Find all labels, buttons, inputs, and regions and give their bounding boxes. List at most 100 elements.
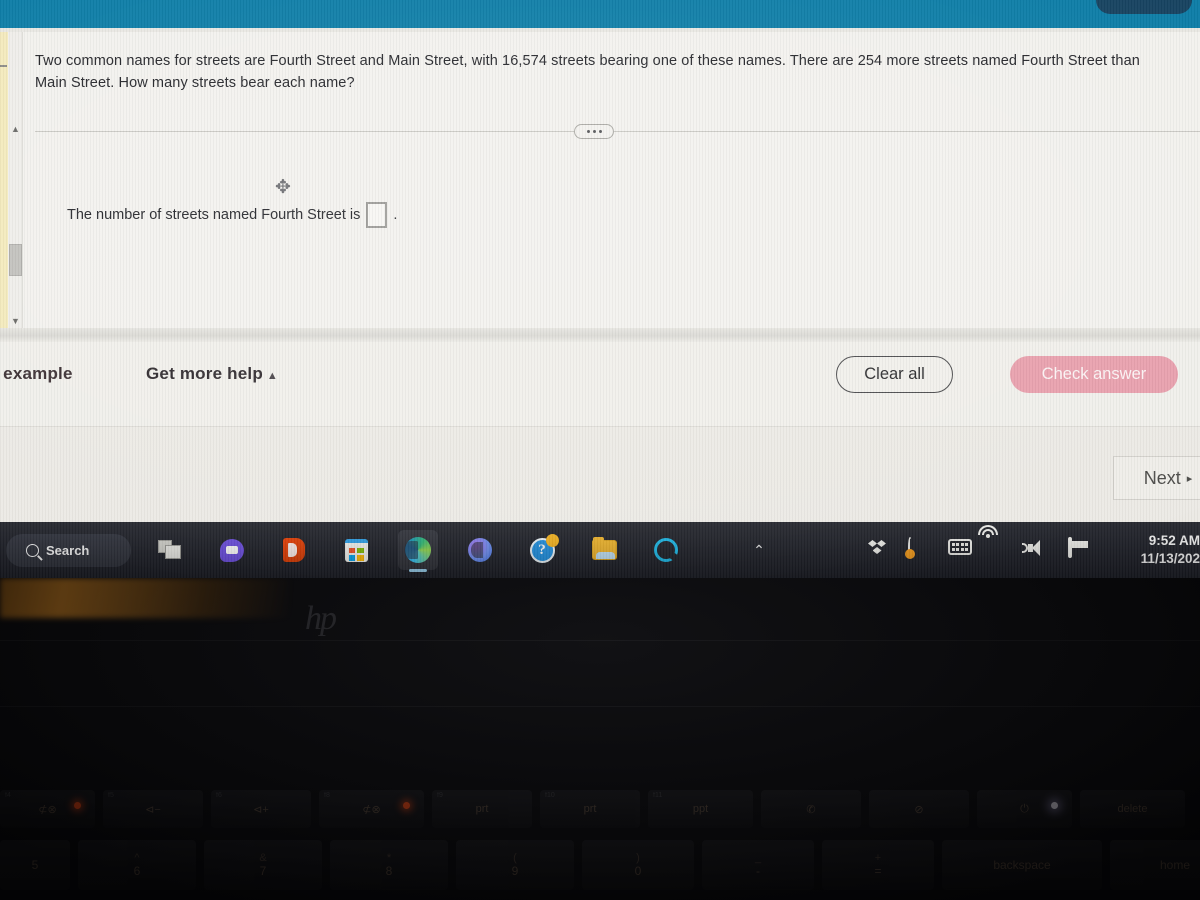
key-shift-label: ( [513, 852, 517, 864]
view-an-example-link[interactable]: an example [0, 364, 73, 384]
key-base-label: 5 [31, 858, 39, 872]
keyboard-key-f6: f6 ⊲+ [211, 790, 311, 828]
scrollbar-thumb[interactable] [9, 244, 22, 276]
key-shift-label: & [259, 852, 267, 864]
keyboard-key-8: * 8 [330, 840, 448, 890]
key-fn-label: f8 [324, 792, 330, 799]
taskbar-app-icons: ? [150, 530, 686, 572]
microsoft-store-icon [344, 538, 368, 562]
divider-drag-handle-icon[interactable] [574, 124, 614, 139]
keyboard-key-f5: f5 ⊲− [103, 790, 203, 828]
clear-all-button[interactable]: Clear all [836, 356, 953, 393]
taskbar-item-microsoft-edge[interactable] [398, 530, 438, 572]
key-shift-label: ) [636, 852, 640, 864]
key-label: ⏻ [1020, 802, 1029, 815]
clock-date: 11/13/202 [1140, 551, 1200, 566]
key-shift-label: _ [754, 852, 762, 864]
key-fn-label: f4 [5, 792, 11, 799]
taskbar-item-copilot[interactable] [460, 530, 500, 570]
check-answer-button[interactable]: Check answer [1010, 356, 1178, 393]
taskbar-item-alexa[interactable] [646, 530, 686, 570]
keyboard-key-key8: ⊘ [869, 790, 969, 828]
taskbar-search-button[interactable]: Search [6, 534, 131, 567]
keyboard-key-5: 5 [0, 840, 70, 890]
keyboard-key-f8: f8 ⊄⊗ [319, 790, 424, 828]
notification-badge [545, 533, 559, 547]
chat-icon [220, 538, 244, 562]
key-label: ⊄⊗ [362, 803, 381, 816]
onedrive-cloud-icon[interactable] [788, 539, 810, 561]
get-more-help-link[interactable]: Get more help ▲ [146, 364, 278, 384]
key-fn-label: f5 [108, 792, 114, 799]
taskbar-item-get-help[interactable]: ? [522, 530, 562, 570]
keyboard-key-f4: f4 ⊄⊗ [0, 790, 95, 828]
taskbar-item-task-view[interactable] [150, 530, 190, 570]
task-view-icon [158, 540, 182, 560]
sync-icon[interactable] [905, 537, 930, 561]
system-tray: ⌃ [748, 522, 1090, 578]
copilot-icon [468, 538, 492, 562]
vertical-scrollbar[interactable]: ▲ ▼ [8, 32, 23, 328]
left-edge-tick [0, 65, 7, 67]
get-help-icon: ? [529, 533, 559, 563]
panel-separator [0, 328, 1200, 342]
keyboard-key-6: ^ 6 [78, 840, 196, 890]
taskbar-item-chat[interactable] [212, 530, 252, 570]
office-icon [283, 538, 305, 562]
taskbar-item-microsoft-store[interactable] [336, 530, 376, 570]
key-fn-label: f6 [216, 792, 222, 799]
keyboard-key-0: ) 0 [582, 840, 694, 890]
cloud-icon[interactable] [828, 539, 850, 561]
next-button[interactable]: Next ▸ [1113, 456, 1200, 500]
key-fn-label: f9 [437, 792, 443, 799]
key-label: prt [475, 803, 489, 815]
key-base-label: = [874, 864, 882, 878]
key-fn-label: f11 [653, 792, 663, 799]
chevron-up-icon[interactable]: ⌃ [748, 539, 770, 561]
key-label: ⊘ [914, 803, 924, 816]
exercise-action-bar: an example Get more help▲ Clear all Chec… [0, 342, 1200, 426]
answer-row: The number of streets named Fourth Stree… [67, 202, 397, 228]
key-label: ⊄⊗ [38, 803, 57, 816]
keyboard-key-home: home [1110, 840, 1200, 890]
key-shift-label: * [386, 852, 392, 864]
keyboard-icon[interactable] [948, 539, 972, 561]
hinge-light-reflection [0, 578, 290, 618]
mute-led-indicator [74, 802, 81, 809]
key-base-label: backspace [993, 858, 1051, 872]
keyboard-key-f11: f11 ppt [648, 790, 753, 828]
answer-prompt-label: The number of streets named Fourth Stree… [67, 207, 361, 223]
chevron-up-icon: ▲ [266, 370, 278, 382]
screenshot-root: ▲ ▼ Two common names for streets are Fou… [0, 0, 1200, 900]
wifi-icon[interactable] [978, 525, 1010, 561]
exercise-content-panel: Two common names for streets are Fourth … [23, 32, 1200, 328]
key-label: ✆ [806, 803, 816, 816]
number-key-row: 5 ^ 6 & 7 * 8(9) 0 _ - + = backspace home [0, 840, 1200, 900]
answer-input[interactable] [366, 202, 388, 228]
next-button-label: Next [1143, 467, 1181, 488]
edge-icon [404, 537, 431, 563]
header-pill-button[interactable] [1096, 0, 1192, 14]
keyboard-key-f9: f9 prt [432, 790, 532, 828]
alexa-icon [654, 538, 678, 562]
taskbar-item-office[interactable] [274, 530, 314, 570]
battery-icon[interactable] [1068, 537, 1090, 561]
answer-period: . [393, 207, 398, 223]
key-label: delete [1117, 803, 1148, 815]
hp-brand-logo: hp [305, 600, 337, 637]
key-base-label: 9 [511, 864, 519, 878]
left-highlight-strip [0, 32, 8, 328]
key-shift-label: ^ [134, 852, 140, 864]
taskbar-clock[interactable]: 9:52 AM 11/13/202 [1096, 532, 1200, 568]
windows-taskbar: Search ? ⌃ 9:52 AM 11/13/202 [0, 522, 1200, 578]
speaker-icon[interactable] [1022, 539, 1050, 561]
scroll-up-arrow-icon[interactable]: ▲ [10, 124, 21, 135]
key-base-label: 7 [259, 864, 267, 878]
taskbar-item-file-explorer[interactable] [584, 530, 624, 570]
dropbox-icon[interactable] [868, 539, 890, 561]
keyboard-key-9: (9 [456, 840, 574, 890]
chevron-right-icon: ▸ [1186, 472, 1193, 485]
scroll-down-arrow-icon[interactable]: ▼ [10, 316, 21, 327]
keyboard-key-backspace: backspace [942, 840, 1102, 890]
key-label: ⊲+ [253, 803, 269, 816]
